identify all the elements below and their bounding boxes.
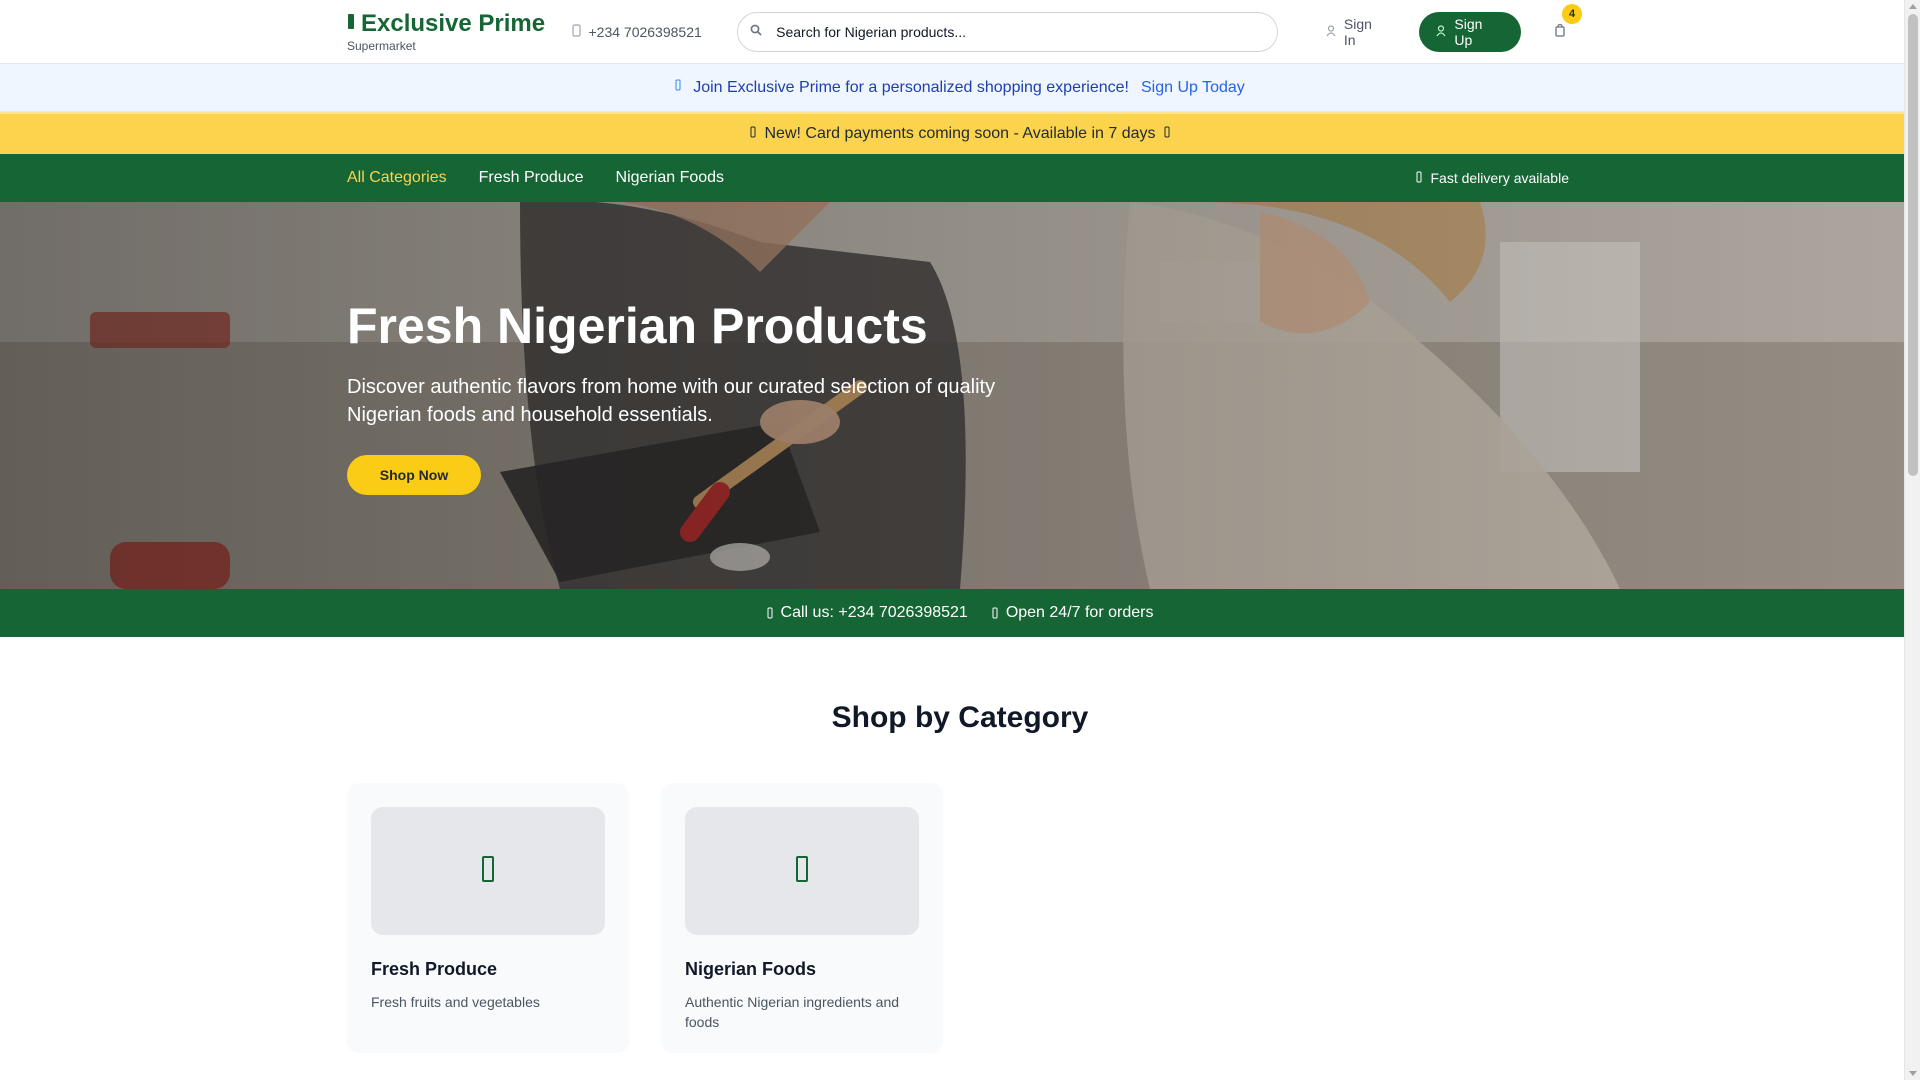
card-payments-notice: New! Card payments coming soon - Availab… [0,112,1920,154]
search-bar[interactable] [737,12,1278,52]
site-header: Exclusive Prime Supermarket +234 7026398… [0,0,1920,64]
hours-text: Open 24/7 for orders [1005,604,1154,621]
category-card-nigerian-foods[interactable]: Nigerian Foods Authentic Nigerian ingred… [661,783,943,1053]
category-description: Authentic Nigerian ingredients and foods [685,994,900,1030]
scrollbar-thumb[interactable] [1908,14,1918,476]
category-name: Fresh Produce [371,959,498,979]
contact-bar: Call us: +234 7026398521 Open 24/7 for o… [0,589,1920,637]
store-icon [347,11,355,37]
nav-fresh-produce[interactable]: Fresh Produce [479,169,584,187]
category-section: Shop by Category Fresh Produce Fresh fru… [0,701,1920,1053]
sign-up-button[interactable]: Sign Up [1419,12,1522,52]
user-icon [1326,24,1336,40]
category-description: Fresh fruits and vegetables [371,994,540,1010]
delivery-text: Fast delivery available [1430,170,1569,186]
page-scrollbar[interactable] [1904,0,1920,1080]
shop-now-button[interactable]: Shop Now [347,455,481,495]
hero-description: Discover authentic flavors from home wit… [347,376,996,426]
sign-up-today-link[interactable]: Sign Up Today [1141,79,1245,97]
notice-text: New! Card payments coming soon - Availab… [764,125,1156,142]
cart-button[interactable]: 4 [1555,4,1583,42]
call-text: Call us: +234 7026398521 [780,604,968,621]
brand-logo[interactable]: Exclusive Prime Supermarket [347,10,571,54]
category-nav: All Categories Fresh Produce Nigerian Fo… [0,154,1920,202]
user-plus-icon [1436,24,1446,40]
truck-icon [1416,170,1422,186]
sign-up-label: Sign Up [1454,16,1483,48]
nav-nigerian-foods[interactable]: Nigerian Foods [616,169,725,187]
scroll-up-arrow-icon[interactable] [1909,4,1917,9]
clock-icon [1164,125,1170,144]
cart-count-badge: 4 [1562,4,1583,24]
bowl-icon [795,855,809,888]
cart-icon [1555,23,1565,42]
section-title: Shop by Category [831,701,1089,734]
promo-text: Join Exclusive Prime for a personalized … [693,78,1129,96]
category-card-fresh-produce[interactable]: Fresh Produce Fresh fruits and vegetable… [347,783,629,1053]
hero-title: Fresh Nigerian Products [347,298,928,354]
info-icon [675,78,681,97]
sign-in-label: Sign In [1343,16,1372,48]
signup-promo-banner: Join Exclusive Prime for a personalized … [0,64,1920,112]
category-name: Nigerian Foods [685,959,817,979]
nav-all-categories[interactable]: All Categories [347,169,447,187]
search-input[interactable] [776,24,1257,40]
brand-tagline: Supermarket [347,39,416,53]
search-icon [750,23,762,41]
phone-number: +234 7026398521 [588,24,702,40]
scroll-down-arrow-icon[interactable] [1909,1071,1917,1076]
contact-call[interactable]: Call us: +234 7026398521 [767,604,968,622]
phone-icon [571,24,582,40]
category-image [685,807,919,935]
header-phone[interactable]: +234 7026398521 [571,24,731,40]
category-image [371,807,605,935]
sign-in-button[interactable]: Sign In [1326,16,1387,48]
credit-card-icon [750,125,756,144]
phone-icon [767,606,773,620]
clock-icon [992,606,998,620]
brand-name: Exclusive Prime [361,10,546,37]
contact-hours: Open 24/7 for orders [992,604,1154,622]
delivery-info: Fast delivery available [1416,170,1569,186]
hero-banner: Fresh Nigerian Products Discover authent… [0,202,1920,589]
leaf-icon [481,855,495,888]
